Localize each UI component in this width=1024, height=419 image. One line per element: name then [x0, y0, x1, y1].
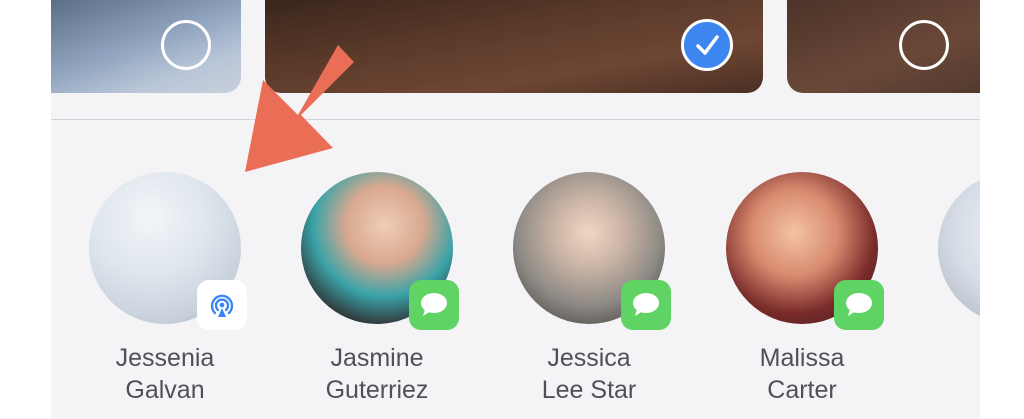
annotation-arrow-icon: [245, 45, 354, 172]
